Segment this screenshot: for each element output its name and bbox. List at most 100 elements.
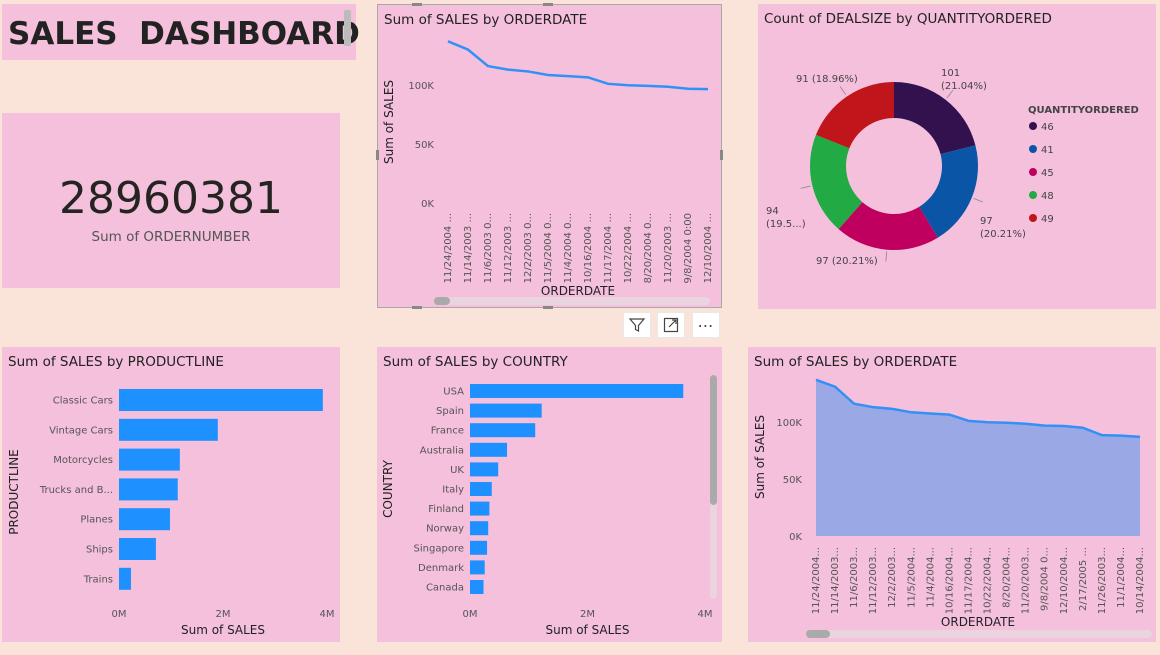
x-tick-label: 12/2/2003 0... (523, 213, 534, 283)
y-tick-label: 0K (421, 199, 434, 210)
category-label: Finland (428, 504, 464, 515)
category-label: Singapore (414, 543, 464, 554)
productline-chart-svg: Classic Cars Vintage Cars Motorcycles Truck… (7, 389, 335, 637)
x-tick-label: 11/14/2003 ... (463, 213, 474, 283)
x-tick-label: 11/6/2003 0... (483, 213, 494, 283)
legend-label: 41 (1041, 145, 1054, 156)
scrollbar-thumb[interactable] (806, 630, 830, 638)
x-tick-label: 11/12/2003... (868, 547, 879, 614)
x-tick-label: 9/8/2004 0:00 (683, 213, 694, 284)
bar (470, 560, 485, 575)
x-tick-label: 2M (216, 609, 231, 620)
legend-marker (1029, 145, 1037, 153)
page-title: SALES DASHBOARD (8, 16, 360, 52)
dealsize-donut-chart[interactable]: Count of DEALSIZE by QUANTITYORDERED 101… (758, 4, 1156, 309)
resize-handle[interactable] (412, 3, 422, 6)
bar (119, 389, 323, 411)
legend-label: 49 (1041, 214, 1054, 225)
slice-label: 94 (766, 206, 779, 217)
y-axis-title: Sum of SALES (382, 80, 396, 164)
area-fill (816, 379, 1140, 536)
donut-chart-svg: 101 (21.04%) 97 (20.21%) 97 (20.21%) 94 (19.5.… (766, 68, 1139, 267)
x-tick-label: 11/17/2004 ... (603, 213, 614, 283)
x-tick-label: 11/4/2004... (925, 547, 936, 608)
sales-by-productline-bar-chart[interactable]: Sum of SALES by PRODUCTLINE Classic Cars… (2, 347, 340, 642)
resize-handle[interactable] (412, 306, 422, 309)
slice-label: 97 (20.21%) (816, 256, 878, 267)
slice-label: 101 (941, 68, 960, 79)
kpi-value: 28960381 (59, 173, 283, 224)
category-label: Trains (83, 574, 113, 585)
legend-marker (1029, 168, 1037, 176)
x-tick-label: 2M (580, 609, 595, 620)
bar (470, 521, 489, 536)
bar (470, 540, 488, 555)
bar (470, 403, 542, 418)
area-chart-svg: 0K 50K 100K 11/24/2004... 11/14/2003... 11/6/… (753, 378, 1146, 629)
bar (470, 423, 536, 438)
x-axis-title: ORDERDATE (541, 284, 615, 298)
category-label: Spain (436, 406, 464, 417)
resize-handle[interactable] (720, 150, 723, 160)
x-tick-label: 12/10/2004... (1059, 547, 1070, 614)
donut-slice (894, 82, 976, 155)
series-line (447, 40, 709, 91)
x-tick-label: 0M (463, 609, 478, 620)
x-tick-label: 11/17/2004... (963, 547, 974, 614)
category-label: USA (443, 387, 464, 398)
bar (470, 580, 484, 594)
resize-handle[interactable] (543, 3, 553, 6)
legend-marker (1029, 191, 1037, 199)
scrollbar-thumb[interactable] (434, 297, 450, 305)
x-tick-label: 11/24/2004 ... (443, 213, 454, 283)
category-label: UK (450, 465, 464, 476)
horizontal-scrollbar[interactable] (434, 297, 710, 305)
donut-slice (815, 82, 894, 149)
slice-label: 91 (18.96%) (796, 74, 858, 85)
legend-label: 46 (1041, 122, 1054, 133)
slice-label: 97 (980, 216, 993, 227)
x-tick-label: 11/1/2004... (1116, 547, 1127, 608)
x-tick-label: 11/5/2004... (906, 547, 917, 608)
horizontal-scrollbar[interactable] (806, 630, 1152, 638)
resize-handle[interactable] (376, 150, 379, 160)
x-tick-label: 9/8/2004 0... (1040, 547, 1051, 611)
x-tick-label: 11/24/2004... (811, 547, 822, 614)
leader-line (885, 251, 888, 262)
leader-line (839, 86, 847, 96)
scrollbar-thumb[interactable] (710, 375, 717, 505)
sales-by-orderdate-line-chart[interactable]: Sum of SALES by ORDERDATE 0K 50K 100K 11/24… (377, 4, 722, 308)
sales-by-country-bar-chart[interactable]: Sum of SALES by COUNTRY USA Spain France Au… (377, 347, 722, 642)
focus-mode-icon (663, 317, 679, 333)
legend-marker (1029, 122, 1037, 130)
category-label: Australia (420, 445, 464, 456)
focus-mode-button[interactable] (657, 312, 685, 338)
bar (470, 462, 499, 477)
legend-marker (1029, 214, 1037, 222)
x-tick-label: 11/20/2003... (1021, 547, 1032, 614)
category-label: Italy (442, 485, 464, 496)
title-scrollbar[interactable] (344, 10, 351, 46)
slice-percent: (19.5...) (766, 219, 806, 230)
bar (470, 442, 508, 457)
category-label: Classic Cars (53, 396, 113, 407)
category-label: Ships (86, 545, 113, 556)
x-tick-label: 12/2/2003... (887, 547, 898, 608)
legend-title: QUANTITYORDERED (1028, 105, 1139, 116)
x-tick-label: 10/16/2004... (944, 547, 955, 614)
filter-button[interactable] (623, 312, 651, 338)
category-label: Denmark (418, 563, 464, 574)
x-tick-label: 10/22/2004... (983, 547, 994, 614)
category-label: Planes (80, 515, 113, 526)
x-tick-label: 11/5/2004 0... (543, 213, 554, 283)
y-tick-label: 100K (408, 81, 434, 92)
bar (119, 508, 170, 531)
x-tick-label: 10/22/2004 ... (623, 213, 634, 283)
y-axis-title: PRODUCTLINE (7, 449, 21, 535)
resize-handle[interactable] (543, 306, 553, 309)
x-axis-title: ORDERDATE (941, 615, 1015, 629)
vertical-scrollbar[interactable] (710, 375, 717, 599)
sales-by-orderdate-area-chart[interactable]: Sum of SALES by ORDERDATE 0K 50K 100K 11/24… (748, 347, 1156, 642)
more-options-button[interactable]: ⋯ (692, 312, 720, 338)
y-axis-title: COUNTRY (381, 459, 395, 517)
